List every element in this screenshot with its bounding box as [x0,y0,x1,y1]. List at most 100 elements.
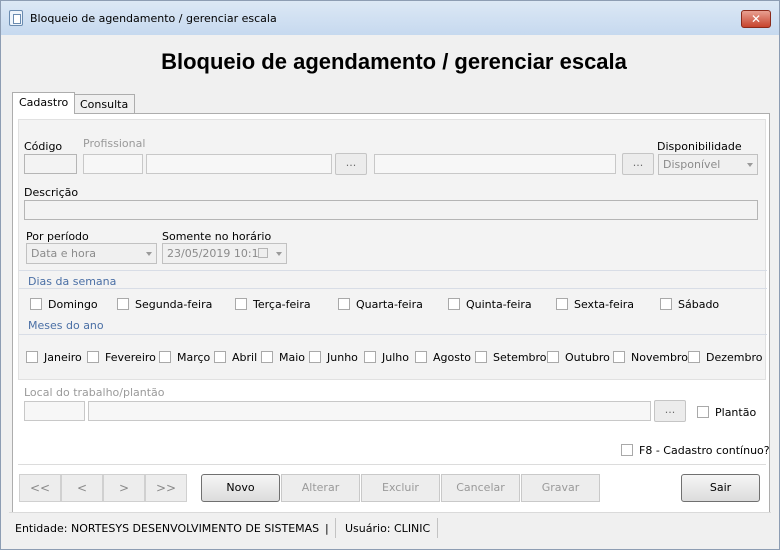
checkbox-f8-label: F8 - Cadastro contínuo? [639,444,770,457]
por-periodo-select[interactable]: Data e hora [26,243,157,264]
checkbox-domingo-label: Domingo [48,298,98,311]
checkbox-julho[interactable] [364,351,376,363]
profissional-name-input[interactable] [146,154,332,174]
status-bar: Entidade: NORTESYS DESENVOLVIMENTO DE SI… [9,512,771,543]
profissional-code-input[interactable] [83,154,143,174]
descricao-input[interactable] [24,200,758,220]
tab-consulta[interactable]: Consulta [73,94,136,114]
por-periodo-label: Por período [26,230,89,243]
checkbox-maio[interactable] [261,351,273,363]
checkbox-outubro-label: Outubro [565,351,610,364]
checkbox-sabado-label: Sábado [678,298,720,311]
checkbox-quarta[interactable] [338,298,350,310]
checkbox-agosto-label: Agosto [433,351,472,364]
status-entidade: Entidade: NORTESYS DESENVOLVIMENTO DE SI… [15,522,320,535]
profissional-lookup-button[interactable]: ... [335,153,367,175]
tab-panel-cadastro: Código Profissional Disponibilidade ... … [12,113,770,539]
app-icon [9,10,23,26]
secondary-lookup-button[interactable]: ... [622,153,654,175]
checkbox-quinta-label: Quinta-feira [466,298,532,311]
checkbox-sexta-label: Sexta-feira [574,298,635,311]
checkbox-domingo[interactable] [30,298,42,310]
checkbox-quarta-label: Quarta-feira [356,298,423,311]
checkbox-fevereiro-label: Fevereiro [105,351,156,364]
checkbox-marco-label: Março [177,351,211,364]
checkbox-setembro-label: Setembro [493,351,547,364]
first-record-button[interactable]: << [19,474,61,502]
somente-horario-label: Somente no horário [162,230,272,243]
checkbox-terca-label: Terça-feira [253,298,311,311]
local-code-input[interactable] [24,401,85,421]
checkbox-janeiro-label: Janeiro [44,351,82,364]
checkbox-plantao-label: Plantão [715,406,757,419]
checkbox-plantao[interactable] [697,406,709,418]
status-divider: | [325,522,329,535]
checkbox-maio-label: Maio [279,351,306,364]
checkbox-dezembro-label: Dezembro [706,351,763,364]
checkbox-junho-label: Junho [327,351,358,364]
codigo-label: Código [24,140,63,153]
checkbox-agosto[interactable] [415,351,427,363]
local-trabalho-label: Local do trabalho/plantão [24,386,165,399]
local-name-input[interactable] [88,401,651,421]
previous-record-button[interactable]: < [61,474,103,502]
cancelar-button[interactable]: Cancelar [441,474,520,502]
somente-horario-value: 23/05/2019 10:19 [167,247,266,260]
checkbox-sexta[interactable] [556,298,568,310]
tab-cadastro[interactable]: Cadastro [12,92,76,114]
chevron-down-icon [276,252,282,256]
disponibilidade-label: Disponibilidade [657,140,742,153]
checkbox-dezembro[interactable] [688,351,700,363]
section-divider [19,270,767,271]
status-usuario: Usuário: CLINIC [345,522,431,535]
checkbox-segunda-label: Segunda-feira [135,298,213,311]
checkbox-marco[interactable] [159,351,171,363]
last-record-button[interactable]: >> [145,474,187,502]
page-title: Bloqueio de agendamento / gerenciar esca… [161,49,627,74]
checkbox-f8-cadastro-continuo[interactable] [621,444,633,456]
novo-button[interactable]: Novo [201,474,280,502]
button-bar-divider [18,464,766,465]
checkbox-junho[interactable] [309,351,321,363]
next-record-button[interactable]: > [103,474,145,502]
checkbox-quinta[interactable] [448,298,460,310]
alterar-button[interactable]: Alterar [281,474,360,502]
checkbox-novembro-label: Novembro [631,351,688,364]
sair-button[interactable]: Sair [681,474,760,502]
excluir-button[interactable]: Excluir [361,474,440,502]
disponibilidade-value: Disponível [663,158,721,171]
chevron-down-icon [146,252,152,256]
close-button[interactable]: ✕ [741,10,771,28]
codigo-input[interactable] [24,154,77,174]
gravar-button[interactable]: Gravar [521,474,600,502]
status-separator [335,518,336,538]
secondary-lookup-input[interactable] [374,154,616,174]
por-periodo-value: Data e hora [31,247,96,260]
checkbox-outubro[interactable] [547,351,559,363]
checkbox-janeiro[interactable] [26,351,38,363]
checkbox-fevereiro[interactable] [87,351,99,363]
checkbox-abril[interactable] [214,351,226,363]
checkbox-terca[interactable] [235,298,247,310]
section-divider [19,334,767,335]
local-lookup-button[interactable]: ... [654,400,686,422]
profissional-label: Profissional [83,137,146,150]
checkbox-segunda[interactable] [117,298,129,310]
client-area: Bloqueio de agendamento / gerenciar esca… [9,35,771,543]
calendar-icon[interactable] [258,248,268,258]
checkbox-setembro[interactable] [475,351,487,363]
checkbox-abril-label: Abril [232,351,258,364]
meses-ano-label: Meses do ano [28,319,104,332]
checkbox-novembro[interactable] [613,351,625,363]
chevron-down-icon [747,163,753,167]
checkbox-sabado[interactable] [660,298,672,310]
disponibilidade-select[interactable]: Disponível [658,154,758,175]
title-bar: Bloqueio de agendamento / gerenciar esca… [1,1,779,35]
checkbox-julho-label: Julho [382,351,409,364]
app-window: Bloqueio de agendamento / gerenciar esca… [0,0,780,550]
dias-semana-label: Dias da semana [28,275,117,288]
form-group: Código Profissional Disponibilidade ... … [18,119,767,380]
somente-horario-picker[interactable]: 23/05/2019 10:19 [162,243,287,264]
descricao-label: Descrição [24,186,79,199]
status-separator [437,518,438,538]
